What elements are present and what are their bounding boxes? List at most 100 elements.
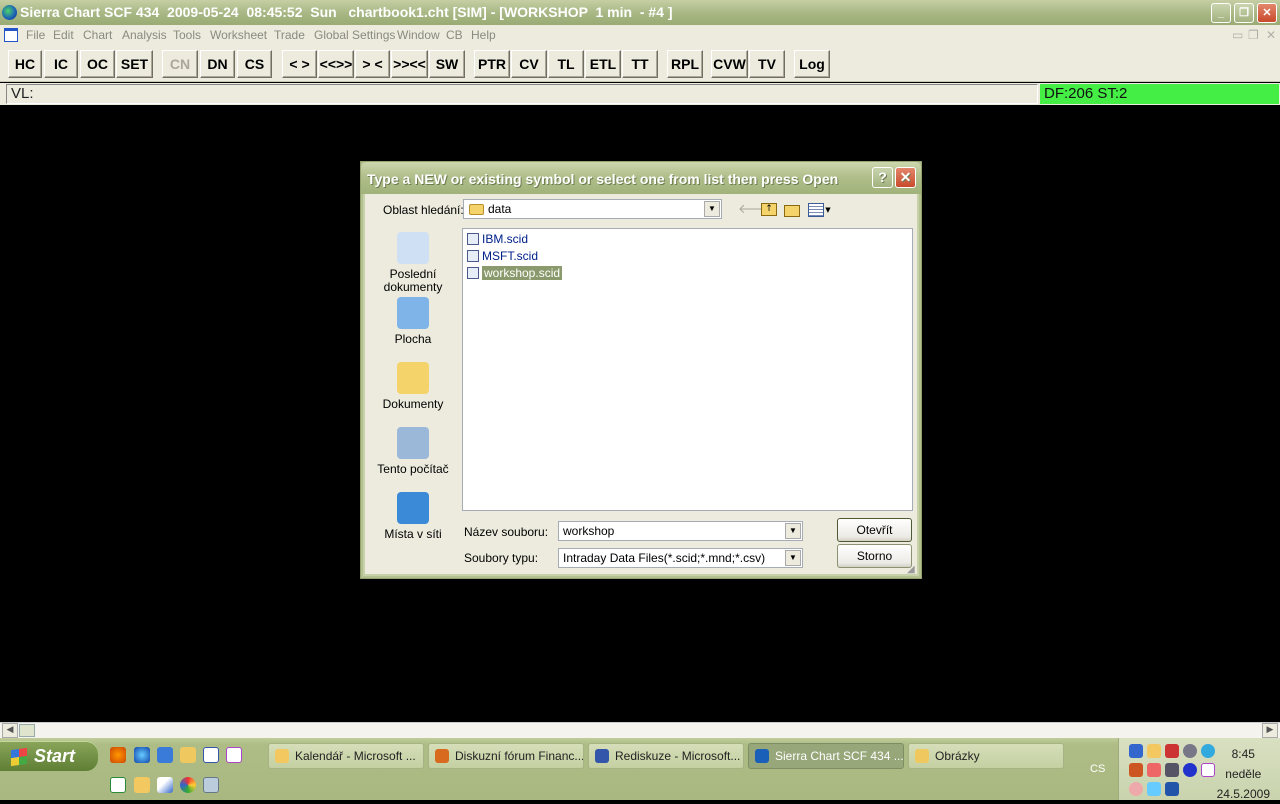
file-list[interactable]: IBM.scid MSFT.scid workshop.scid — [462, 228, 913, 511]
restore-button[interactable]: ❐ — [1234, 3, 1254, 23]
file-item[interactable]: workshop.scid — [466, 265, 563, 281]
toolbar-button-etl[interactable]: ETL — [585, 50, 621, 78]
toolbar-button-cv[interactable]: CV — [511, 50, 547, 78]
taskbar-task[interactable]: Obrázky — [908, 743, 1064, 769]
toolbar-button-tl[interactable]: TL — [548, 50, 584, 78]
menu-edit[interactable]: Edit — [53, 25, 74, 45]
place-recent-documents[interactable]: Poslední dokumenty — [371, 232, 455, 294]
filetype-select[interactable]: Intraday Data Files(*.scid;*.mnd;*.csv) … — [558, 548, 803, 568]
scroll-left-button[interactable]: ◀ — [2, 723, 18, 738]
place-network-places[interactable]: Místa v síti — [371, 492, 455, 541]
up-folder-icon[interactable]: ↑ — [761, 203, 777, 216]
taskbar-task[interactable]: Diskuzní fórum Financ... — [428, 743, 584, 769]
dialog-close-button[interactable]: ✕ — [895, 167, 916, 188]
diamond-icon[interactable] — [1147, 782, 1161, 796]
menu-global-settings[interactable]: Global Settings — [314, 25, 395, 45]
security-icon[interactable] — [1147, 763, 1161, 777]
tray-circle-icon[interactable] — [1201, 744, 1215, 758]
menu-window[interactable]: Window — [397, 25, 440, 45]
monitor-icon[interactable] — [1165, 763, 1179, 777]
file-item[interactable]: MSFT.scid — [466, 248, 538, 264]
word-icon[interactable] — [203, 747, 219, 763]
network-places-icon — [397, 492, 429, 524]
toolbar-button-cvw[interactable]: CVW — [711, 50, 748, 78]
clock[interactable]: 8:45 neděle 24.5.2009 — [1217, 744, 1270, 804]
place-documents[interactable]: Dokumenty — [371, 362, 455, 411]
toolbar-button-scroll-7[interactable]: < > — [282, 50, 317, 78]
chevron-down-icon[interactable]: ▼ — [785, 523, 801, 539]
excel-icon[interactable] — [110, 777, 126, 793]
mouse-icon[interactable] — [1129, 782, 1143, 796]
open-button[interactable]: Otevřít — [837, 518, 912, 542]
network-disconnected-icon[interactable] — [1165, 744, 1179, 758]
menu-worksheet[interactable]: Worksheet — [210, 25, 267, 45]
notepad-icon[interactable] — [203, 777, 219, 793]
toolbar-button-hc[interactable]: HC — [8, 50, 42, 78]
toolbar-button-scroll-8[interactable]: <<>> — [318, 50, 354, 78]
toolbar-button-tv[interactable]: TV — [749, 50, 785, 78]
toolbar-button-scroll-9[interactable]: > < — [355, 50, 390, 78]
volume-icon[interactable] — [1129, 763, 1143, 777]
horizontal-scrollbar[interactable]: ◀ ▶ — [0, 722, 1280, 738]
start-button[interactable]: Start — [0, 741, 98, 771]
menu-tools[interactable]: Tools — [173, 25, 201, 45]
tray-blue-icon[interactable] — [1165, 782, 1179, 796]
onenote-icon[interactable] — [226, 747, 242, 763]
back-arrow-icon[interactable]: 🡐 — [738, 203, 773, 217]
tray-app-icon[interactable] — [1183, 744, 1197, 758]
resize-grip-icon[interactable]: ◢ — [907, 564, 915, 575]
scroll-thumb[interactable] — [19, 724, 35, 737]
minimize-button[interactable]: _ — [1211, 3, 1231, 23]
help-button[interactable]: ? — [872, 167, 893, 188]
menu-help[interactable]: Help — [471, 25, 496, 45]
toolbar-button-dn[interactable]: DN — [200, 50, 235, 78]
bluetooth-icon[interactable] — [1183, 763, 1197, 777]
view-menu-icon[interactable] — [808, 203, 824, 217]
outlook-tray-icon[interactable] — [1147, 744, 1161, 758]
mdi-restore-button[interactable]: ❐ — [1248, 25, 1259, 45]
file-item[interactable]: IBM.scid — [466, 231, 528, 247]
toolbar-button-cs[interactable]: CS — [237, 50, 272, 78]
mdi-close-button[interactable]: ✕ — [1266, 25, 1276, 45]
menu-chart[interactable]: Chart — [83, 25, 112, 45]
filename-value[interactable]: workshop — [563, 524, 614, 538]
chevron-down-icon[interactable]: ▼ — [704, 201, 720, 217]
toolbar-button-ptr[interactable]: PTR — [474, 50, 510, 78]
place-desktop[interactable]: Plocha — [371, 297, 455, 346]
chevron-down-icon[interactable]: ▼ — [785, 550, 801, 566]
firefox-icon[interactable] — [110, 747, 126, 763]
onenote-tray-icon[interactable] — [1201, 763, 1215, 777]
place-my-computer[interactable]: Tento počítač — [371, 427, 455, 476]
internet-explorer-icon[interactable] — [134, 747, 150, 763]
filename-input[interactable]: workshop ▼ — [558, 521, 803, 541]
outlook-express-icon[interactable] — [157, 747, 173, 763]
menu-trade[interactable]: Trade — [274, 25, 305, 45]
taskbar-task[interactable]: Sierra Chart SCF 434 ... — [748, 743, 904, 769]
toolbar-button-scroll-10[interactable]: >><< — [391, 50, 428, 78]
explorer-folder-icon[interactable] — [180, 747, 196, 763]
taskbar-task[interactable]: Kalendář - Microsoft ... — [268, 743, 424, 769]
network-icon[interactable] — [1129, 744, 1143, 758]
toolbar-button-log[interactable]: Log — [794, 50, 830, 78]
menu-cb[interactable]: CB — [446, 25, 463, 45]
new-folder-icon[interactable] — [784, 205, 800, 217]
toolbar-button-oc[interactable]: OC — [80, 50, 115, 78]
scroll-right-button[interactable]: ▶ — [1262, 723, 1278, 738]
media-player-icon[interactable] — [180, 777, 196, 793]
taskbar-task[interactable]: Rediskuze - Microsoft... — [588, 743, 744, 769]
outlook-icon[interactable] — [134, 777, 150, 793]
toolbar-button-ic[interactable]: IC — [44, 50, 78, 78]
toolbar-button-sw[interactable]: SW — [429, 50, 465, 78]
toolbar-button-set[interactable]: SET — [116, 50, 153, 78]
toolbar-button-rpl[interactable]: RPL — [667, 50, 703, 78]
menu-file[interactable]: File — [26, 25, 45, 45]
menu-analysis[interactable]: Analysis — [122, 25, 167, 45]
look-in-combo[interactable]: data ▼ — [463, 199, 722, 219]
language-indicator[interactable]: CS — [1090, 763, 1105, 775]
close-button[interactable]: ✕ — [1257, 3, 1277, 23]
paint-icon[interactable] — [157, 777, 173, 793]
view-chevron-icon[interactable]: ▼ — [824, 203, 832, 217]
mdi-minimize-button[interactable]: ▭ — [1232, 25, 1243, 45]
cancel-button[interactable]: Storno — [837, 544, 912, 568]
toolbar-button-tt[interactable]: TT — [622, 50, 658, 78]
